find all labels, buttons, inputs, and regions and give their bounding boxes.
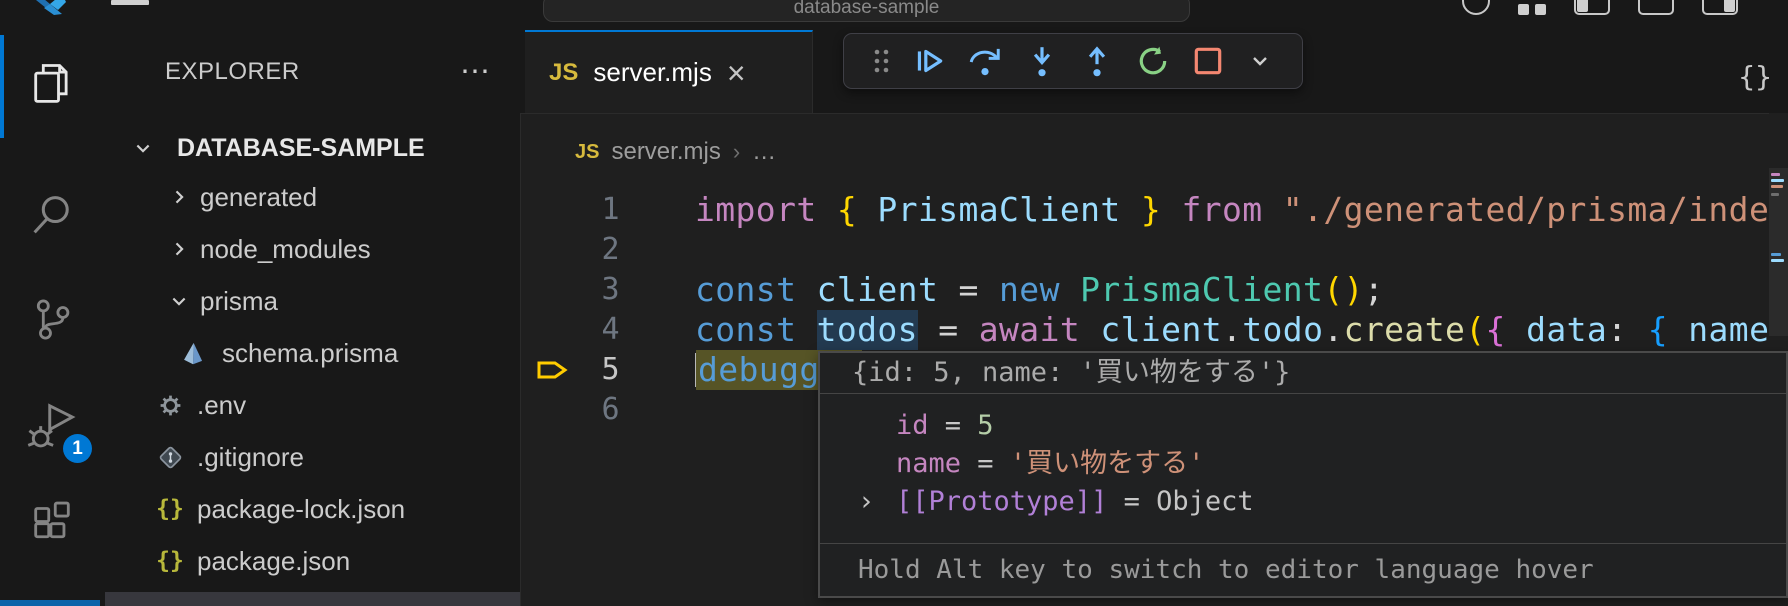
menu-hamburger-icon[interactable]: [111, 0, 149, 5]
vscode-window: database-sample: [0, 0, 1788, 606]
source-control-icon: [27, 294, 77, 344]
chevron-right-icon[interactable]: ›: [858, 483, 896, 521]
customize-layout-icon[interactable]: [1518, 0, 1546, 15]
vscode-logo-icon: [36, 0, 72, 16]
code-line-2[interactable]: 2: [520, 230, 1788, 270]
hover-properties: id = 5name = '買い物をする'›[[Prototype]] = Ob…: [820, 394, 1786, 521]
command-center-search[interactable]: database-sample: [543, 0, 1190, 22]
sidebar-item-run-and-debug[interactable]: 1: [0, 373, 104, 477]
chevron-right-icon: [168, 187, 190, 207]
tree-item-generated[interactable]: generated: [105, 171, 520, 223]
sidebar-item-search[interactable]: [0, 163, 104, 267]
debug-badge: 1: [63, 434, 92, 463]
file-tree: DATABASE-SAMPLE generated node_modulespris…: [105, 125, 520, 587]
sidebar-title: EXPLORER: [165, 58, 300, 86]
debug-restart-button[interactable]: [1136, 44, 1170, 78]
tree-item--gitignore[interactable]: .gitignore: [105, 431, 520, 483]
debug-step-over-button[interactable]: [967, 44, 1003, 78]
line-number: 4: [570, 310, 620, 350]
tree-item-label: DATABASE-SAMPLE: [177, 134, 425, 163]
tree-item-label: schema.prisma: [222, 338, 398, 369]
status-bar-remote-indicator[interactable]: [0, 600, 100, 606]
toggle-panel-icon[interactable]: [1638, 0, 1674, 15]
line-number: 6: [570, 390, 620, 430]
tree-item-prisma[interactable]: prisma: [105, 275, 520, 327]
json-icon: {}: [155, 496, 185, 522]
debug-stop-button[interactable]: [1191, 44, 1225, 78]
line-number: 1: [570, 190, 620, 230]
sidebar-item-source-control[interactable]: [0, 267, 104, 371]
tree-item-label: generated: [200, 182, 317, 213]
more-actions-icon[interactable]: ⋯: [460, 67, 492, 77]
chevron-down-icon: [132, 138, 154, 158]
debug-toolbar-drag-handle[interactable]: [873, 47, 890, 75]
debug-continue-button[interactable]: [912, 44, 946, 78]
chevron-right-icon: ›: [733, 139, 740, 165]
code-line-3[interactable]: 3const client = new PrismaClient();: [520, 270, 1788, 310]
tree-item-node-modules[interactable]: node_modules: [105, 223, 520, 275]
hover-footer-hint: Hold Alt key to switch to editor languag…: [820, 543, 1786, 596]
breadcrumb: JS server.mjs › …: [575, 138, 776, 166]
hover-prop-prototype[interactable]: ›[[Prototype]] = Object: [820, 483, 1786, 521]
editor-actions-braces-icon[interactable]: {}: [1738, 60, 1772, 93]
selected-file-row-partial[interactable]: [105, 592, 520, 606]
tree-item-label: node_modules: [200, 234, 371, 265]
title-bar: database-sample: [0, 0, 1788, 27]
tree-item-package-json[interactable]: {} package.json: [105, 535, 520, 587]
gear-icon: [155, 392, 185, 419]
json-icon: {}: [155, 548, 185, 574]
activity-bar: 1: [0, 27, 106, 606]
breadcrumb-file[interactable]: server.mjs: [611, 138, 720, 166]
breadcrumb-symbol[interactable]: …: [752, 138, 776, 166]
debug-hover-tooltip: {id: 5, name: '買い物をする'} id = 5name = '買い…: [818, 351, 1788, 598]
tree-item-label: package.json: [197, 546, 350, 577]
code-line-1[interactable]: 1import { PrismaClient } from "./generat…: [520, 190, 1788, 230]
tree-item-package-lock-json[interactable]: {} package-lock.json: [105, 483, 520, 535]
git-icon: [155, 444, 185, 471]
debug-step-into-button[interactable]: [1025, 44, 1059, 78]
toggle-sidebar-icon[interactable]: [1574, 0, 1610, 15]
toggle-secondary-sidebar-icon[interactable]: [1702, 0, 1738, 15]
search-icon: [27, 190, 77, 240]
hover-prop-id[interactable]: id = 5: [820, 407, 1786, 445]
close-icon[interactable]: ×: [727, 60, 746, 86]
debug-current-line-arrow-icon: [520, 356, 570, 384]
account-icon[interactable]: [1462, 0, 1490, 15]
debug-toolbar: [843, 33, 1303, 89]
hover-prop-name[interactable]: name = '買い物をする': [820, 445, 1786, 483]
line-number: 5: [570, 350, 620, 390]
chevron-down-icon: [168, 291, 190, 311]
debug-step-out-button[interactable]: [1080, 44, 1114, 78]
tree-item-database-sample[interactable]: DATABASE-SAMPLE: [105, 125, 520, 171]
tree-item-schema-prisma[interactable]: schema.prisma: [105, 327, 520, 379]
hover-value-summary: {id: 5, name: '買い物をする'}: [820, 353, 1786, 394]
tree-item-label: package-lock.json: [197, 494, 405, 525]
tree-item-label: prisma: [200, 286, 278, 317]
files-icon: [27, 59, 77, 109]
tab-server-mjs[interactable]: JS server.mjs ×: [525, 30, 813, 113]
js-file-icon: JS: [575, 141, 599, 164]
tree-item-label: .env: [197, 390, 246, 421]
extensions-icon: [27, 490, 77, 540]
prisma-icon: [177, 340, 207, 367]
tab-label: server.mjs: [593, 57, 711, 88]
line-number: 3: [570, 270, 620, 310]
sidebar-item-extensions[interactable]: [0, 463, 104, 567]
chevron-right-icon: [168, 239, 190, 259]
tree-item-label: .gitignore: [197, 442, 304, 473]
js-file-icon: JS: [549, 59, 578, 87]
debug-more-chevron-icon[interactable]: [1247, 48, 1273, 74]
line-number: 2: [570, 230, 620, 270]
sidebar-item-explorer[interactable]: [0, 32, 104, 136]
code-line-4[interactable]: 4const todos = await client.todo.create(…: [520, 310, 1788, 350]
tree-item--env[interactable]: .env: [105, 379, 520, 431]
explorer-sidebar: EXPLORER ⋯ DATABASE-SAMPLE generated node_…: [105, 27, 521, 606]
